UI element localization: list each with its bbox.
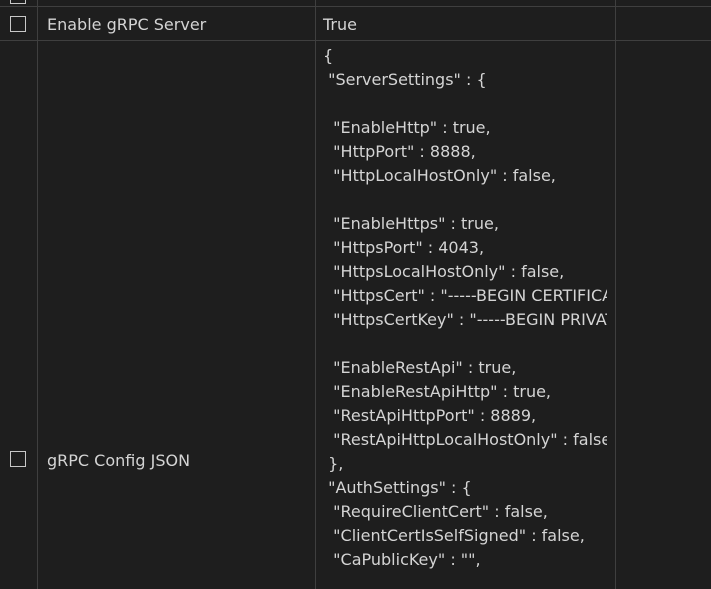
json-line: "CaPublicKey" : "", <box>323 550 481 569</box>
property-grid: Enable gRPC Server True gRPC Config JSON… <box>0 0 711 589</box>
property-name: gRPC Config JSON <box>47 451 191 470</box>
row-select-checkbox[interactable] <box>10 16 26 32</box>
json-line: "HttpsPort" : 4043, <box>323 238 485 257</box>
json-line: "RestApiHttpLocalHostOnly" : false <box>323 430 607 449</box>
json-line: "ServerSettings" : { <box>323 70 487 89</box>
json-line: "AuthSettings" : { <box>323 478 472 497</box>
json-line: "EnableHttp" : true, <box>323 118 491 137</box>
json-line <box>323 332 607 356</box>
property-name: Enable gRPC Server <box>47 15 207 34</box>
json-line: "RequireClientCert" : false, <box>323 502 548 521</box>
json-line: "HttpsCert" : "-----BEGIN CERTIFICATE <box>323 286 607 305</box>
partial-row-checkbox[interactable] <box>10 0 26 4</box>
json-line: "EnableRestApi" : true, <box>323 358 517 377</box>
json-line: "HttpLocalHostOnly" : false, <box>323 166 556 185</box>
json-line: "HttpsCertKey" : "-----BEGIN PRIVATE <box>323 310 607 329</box>
json-line: "HttpsLocalHostOnly" : false, <box>323 262 565 281</box>
json-line: "ClientCertIsSelfSigned" : false, <box>323 526 585 545</box>
json-value-text[interactable]: { "ServerSettings" : { "EnableHttp" : tr… <box>323 44 607 589</box>
table-row[interactable]: Enable gRPC Server True <box>0 7 711 40</box>
json-line: "RestApiHttpPort" : 8889, <box>323 406 537 425</box>
json-line: "EnableRestApiHttp" : true, <box>323 382 552 401</box>
row-select-checkbox[interactable] <box>10 451 26 467</box>
json-line: "HttpPort" : 8888, <box>323 142 476 161</box>
json-line: { <box>323 46 334 65</box>
json-line <box>323 92 607 116</box>
json-line: "EnableHttps" : true, <box>323 214 499 233</box>
json-line: }, <box>323 454 344 473</box>
property-value[interactable]: True <box>323 15 357 34</box>
json-line <box>323 188 607 212</box>
